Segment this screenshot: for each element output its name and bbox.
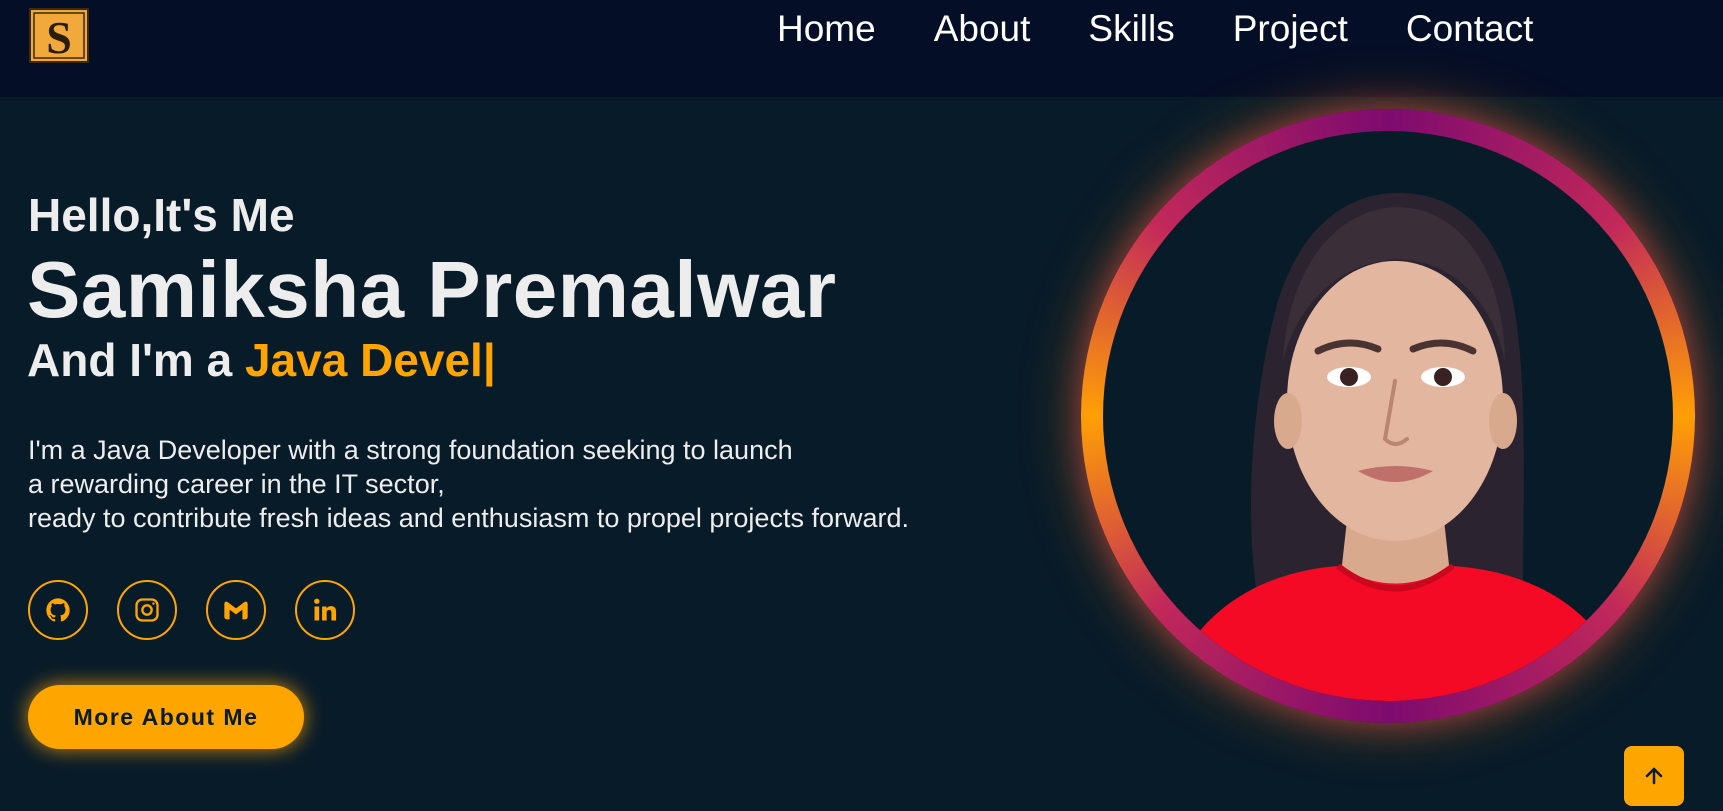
nav-contact[interactable]: Contact [1406, 9, 1534, 49]
social-links [28, 580, 384, 640]
hero-intro: I'm a Java Developer with a strong found… [28, 433, 1028, 535]
github-icon [46, 598, 70, 622]
intro-line: ready to contribute fresh ideas and enth… [28, 503, 909, 533]
linkedin-icon [314, 598, 337, 621]
nav-links: Home About Skills Project Contact [777, 9, 1533, 49]
gmail-link[interactable] [206, 580, 266, 640]
instagram-icon [135, 598, 159, 622]
linkedin-link[interactable] [295, 580, 355, 640]
portrait-photo [1103, 131, 1673, 701]
typing-caret: | [482, 334, 496, 386]
scroll-to-top-button[interactable] [1624, 746, 1684, 806]
role-typed-text: Java Devel [244, 334, 483, 386]
logo-icon[interactable]: S [29, 8, 89, 63]
nav-project[interactable]: Project [1233, 9, 1348, 49]
nav-skills[interactable]: Skills [1088, 9, 1174, 49]
gmail-icon [224, 601, 248, 620]
hero-name: Samiksha Premalwar [27, 245, 837, 334]
svg-text:S: S [46, 12, 72, 63]
hero-role: And I'm a Java Devel| [27, 335, 496, 385]
portrait-illustration [1163, 192, 1633, 701]
intro-line: a rewarding career in the IT sector, [28, 469, 445, 499]
instagram-link[interactable] [117, 580, 177, 640]
nav-home[interactable]: Home [777, 9, 876, 49]
arrow-up-icon [1645, 767, 1663, 785]
navbar: S Home About Skills Project Contact [0, 0, 1723, 97]
more-about-me-button[interactable]: More About Me [28, 685, 304, 749]
hero-greeting: Hello,It's Me [28, 189, 295, 241]
github-link[interactable] [28, 580, 88, 640]
nav-about[interactable]: About [934, 9, 1031, 49]
portrait-ring [1081, 109, 1695, 723]
intro-line: I'm a Java Developer with a strong found… [28, 435, 793, 465]
role-prefix: And I'm a [27, 334, 245, 386]
